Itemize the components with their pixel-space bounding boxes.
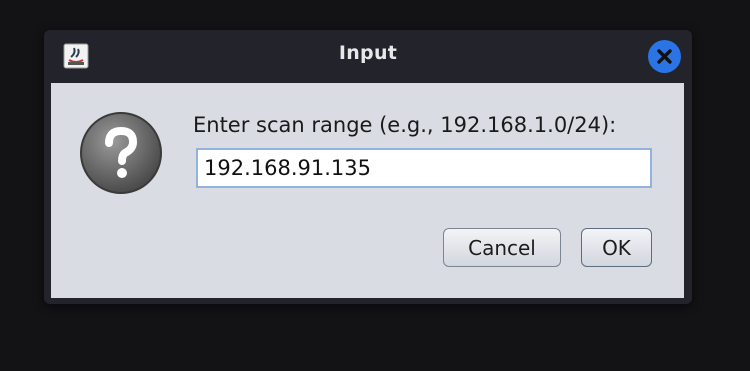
dialog-title: Input <box>338 42 398 64</box>
close-button[interactable] <box>648 40 681 73</box>
question-icon <box>79 111 163 195</box>
input-dialog: Input Enter scan range (e.g., 192.168.1.… <box>44 30 692 304</box>
title-bar[interactable]: Input <box>44 30 692 83</box>
prompt-label: Enter scan range (e.g., 192.168.1.0/24): <box>193 113 617 137</box>
ok-button[interactable]: OK <box>581 228 652 267</box>
dialog-content: Enter scan range (e.g., 192.168.1.0/24):… <box>51 83 684 298</box>
cancel-button[interactable]: Cancel <box>443 228 561 267</box>
scan-range-input[interactable] <box>196 148 652 188</box>
close-icon <box>657 49 672 64</box>
